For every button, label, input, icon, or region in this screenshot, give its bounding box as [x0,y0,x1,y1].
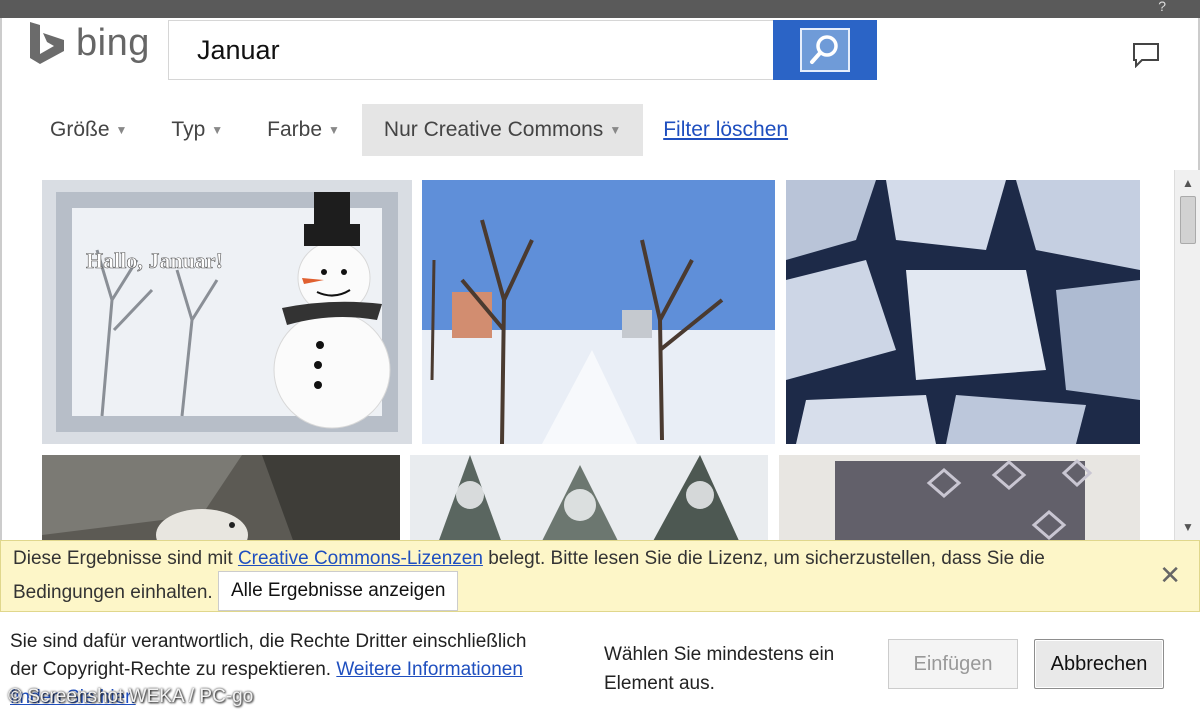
snowman-caption: Hallo, Januar! [86,248,223,273]
bing-logo: bing [28,20,150,66]
filter-size-label: Größe [50,118,110,141]
filter-size[interactable]: Größe ▼ [28,104,149,156]
result-image-ice-floes[interactable] [786,180,1140,444]
clear-filters-link[interactable]: Filter löschen [663,118,788,142]
window-titlebar: ? [0,0,1200,18]
filter-license-label: Nur Creative Commons [383,118,604,141]
search-button[interactable] [773,20,877,80]
filter-bar: Größe ▼ Typ ▼ Farbe ▼ Nur Creative Commo… [2,104,788,156]
bing-logo-text: bing [76,21,150,64]
result-image-polar-bear[interactable] [42,455,400,540]
result-image-snowman[interactable]: Hallo, Januar! [42,180,412,444]
filter-color[interactable]: Farbe ▼ [245,104,362,156]
filter-type-label: Typ [171,118,206,141]
selection-hint: Wählen Sie mindestens ein Element aus. [604,644,835,694]
bing-logo-mark [30,22,64,64]
chevron-down-icon: ▼ [211,123,224,137]
cancel-button[interactable]: Abbrechen [1034,639,1164,689]
chevron-down-icon: ▼ [609,123,622,137]
search-input[interactable] [168,20,774,80]
scroll-up-icon[interactable]: ▲ [1182,176,1194,190]
notice-text-before: Diese Ergebnisse sind mit [13,548,238,569]
close-icon[interactable]: ✕ [1159,559,1181,591]
question-mark-icon[interactable]: ? [1158,0,1166,14]
license-notice: Diese Ergebnisse sind mit Creative Commo… [0,540,1200,612]
dialog-header: bing Größe ▼ Typ ▼ Farbe ▼ Nur Creative … [0,18,1200,170]
result-image-snowy-forest[interactable] [410,455,768,540]
chevron-down-icon: ▼ [115,123,128,137]
watermark: © Screenshot WEKA / PC-go [8,686,254,707]
filter-color-label: Farbe [267,118,323,141]
dialog-footer: Sie sind dafür verantwortlich, die Recht… [0,612,1200,720]
scrollbar-thumb[interactable] [1180,196,1196,244]
insert-button[interactable]: Einfügen [888,639,1018,689]
chevron-down-icon: ▼ [328,123,340,137]
results-scrollbar[interactable]: ▲ ▼ [1174,170,1200,540]
creative-commons-link[interactable]: Creative Commons-Lizenzen [238,548,483,569]
image-results: Hallo, Januar! [0,170,1200,540]
filter-license[interactable]: Nur Creative Commons ▼ [361,104,644,156]
result-image-snowy-park[interactable] [422,180,775,444]
show-all-results-button[interactable]: Alle Ergebnisse anzeigen [217,571,459,611]
result-image-fabric-pattern[interactable] [779,455,1140,540]
filter-type[interactable]: Typ ▼ [149,104,245,156]
search-icon [810,35,838,64]
speech-bubble-icon[interactable] [1132,42,1160,68]
scroll-down-icon[interactable]: ▼ [1182,520,1194,534]
